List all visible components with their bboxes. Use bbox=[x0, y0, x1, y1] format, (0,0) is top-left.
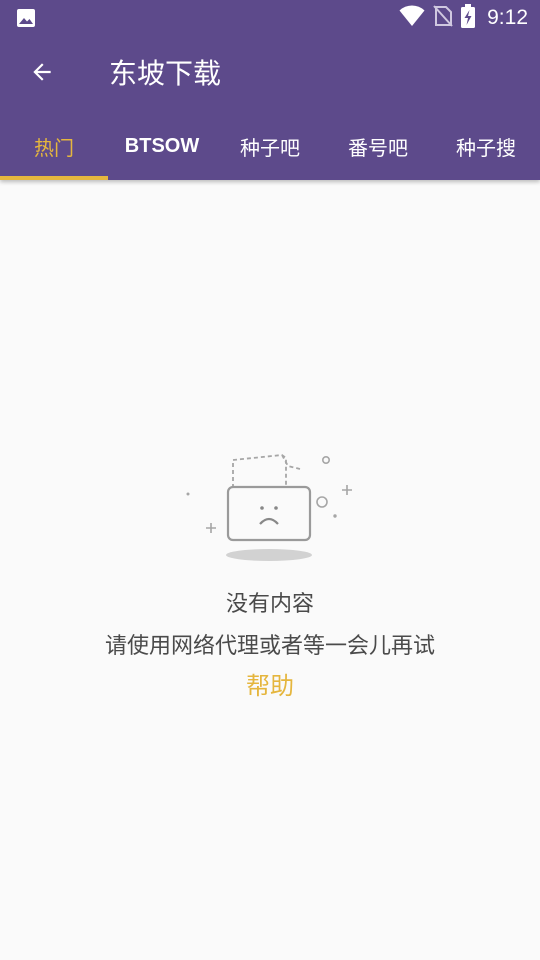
tab-label: BTSOW bbox=[124, 134, 200, 157]
tab-popular[interactable]: 热门 bbox=[0, 112, 108, 180]
toolbar: 东坡下载 bbox=[0, 36, 540, 112]
tab-label: 种子搜 bbox=[456, 135, 516, 160]
sad-folder-icon bbox=[180, 450, 360, 565]
status-time: 9:12 bbox=[487, 6, 528, 29]
empty-state-title: 没有内容 bbox=[225, 592, 314, 617]
app-bar: 9:12 东坡下载 热门 BTSOW 种子吧 番号吧 种子搜 bbox=[0, 0, 540, 180]
help-link[interactable]: 帮助 bbox=[220, 664, 320, 708]
tab-indicator bbox=[0, 176, 108, 180]
tab-zhongzisou[interactable]: 种子搜 bbox=[432, 112, 540, 180]
status-icons: 9:12 bbox=[399, 4, 528, 32]
arrow-back-icon bbox=[29, 59, 55, 89]
tab-label: 种子吧 bbox=[240, 135, 300, 160]
tab-label: 番号吧 bbox=[348, 135, 408, 160]
tab-bar: 热门 BTSOW 种子吧 番号吧 种子搜 bbox=[0, 112, 540, 180]
page-title: 东坡下载 bbox=[109, 57, 222, 90]
status-bar: 9:12 bbox=[0, 0, 540, 36]
battery-charging-icon bbox=[461, 4, 476, 32]
tab-label: 热门 bbox=[34, 135, 74, 160]
image-notification-icon bbox=[16, 8, 36, 28]
tab-btsow[interactable]: BTSOW bbox=[108, 112, 216, 180]
back-button[interactable] bbox=[20, 52, 64, 96]
empty-state-message: 请使用网络代理或者等一会儿再试 bbox=[104, 634, 435, 659]
wifi-icon bbox=[399, 5, 425, 31]
tab-fanhaoba[interactable]: 番号吧 bbox=[324, 112, 432, 180]
no-sim-icon bbox=[433, 5, 453, 31]
tab-zhongziba[interactable]: 种子吧 bbox=[216, 112, 324, 180]
